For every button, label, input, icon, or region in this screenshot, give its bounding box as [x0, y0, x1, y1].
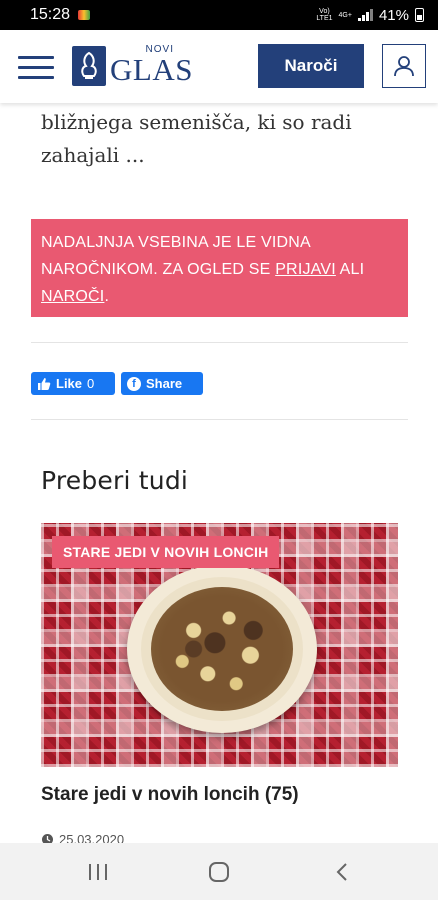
network-volte: Vo) — [319, 8, 330, 15]
notification-app-icon — [78, 10, 91, 20]
battery-percent: 41% — [378, 6, 409, 24]
logo-text: NOVI GLAS — [110, 44, 204, 88]
facebook-like-button[interactable]: Like 0 — [31, 372, 115, 395]
like-count: 0 — [87, 376, 95, 391]
signal-icon — [357, 9, 373, 21]
network-label: Vo) LTE1 — [316, 8, 332, 22]
site-header: NOVI GLAS Naroči — [0, 30, 438, 103]
facebook-icon: f — [127, 376, 141, 391]
user-account-button[interactable] — [382, 44, 426, 88]
battery-icon — [415, 8, 424, 22]
paywall-text-or: ALI — [335, 261, 365, 278]
back-icon[interactable] — [330, 861, 354, 883]
network-lte: LTE1 — [316, 15, 333, 22]
facebook-share-button[interactable]: f Share — [121, 372, 203, 395]
like-label: Like — [56, 376, 83, 391]
logo-large-text: GLAS — [110, 52, 193, 87]
site-logo[interactable]: NOVI GLAS — [72, 44, 204, 88]
network-type: 4G+ — [338, 11, 352, 19]
section-title: Preberi tudi — [41, 466, 189, 495]
status-time: 15:28 — [30, 6, 71, 23]
thumbs-up-icon — [37, 377, 51, 391]
category-tag[interactable]: STARE JEDI V NOVIH LONCIH — [52, 536, 280, 568]
article-excerpt: bližnjega semenišča, ki so radi zahajali… — [41, 110, 352, 167]
status-indicators: Vo) LTE1 4G+ 41% — [316, 7, 424, 24]
subscribe-button[interactable]: Naroči — [258, 44, 364, 88]
share-label: Share — [146, 376, 183, 391]
subscribe-link[interactable]: NAROČI — [41, 288, 104, 305]
logo-emblem-icon — [72, 46, 106, 86]
paywall-text-end: . — [104, 288, 110, 305]
status-bar: 15:28 Vo) LTE1 4G+ 41% — [0, 0, 438, 30]
home-icon[interactable] — [207, 861, 231, 883]
divider — [31, 342, 408, 343]
user-icon — [394, 56, 414, 77]
recent-apps-icon[interactable] — [86, 861, 110, 883]
related-article-title[interactable]: Stare jedi v novih loncih (75) — [41, 784, 299, 806]
divider — [31, 419, 408, 420]
paywall-notice: NADALJNJA VSEBINA JE LE VIDNA NAROČNIKOM… — [31, 219, 408, 317]
login-link[interactable]: PRIJAVI — [275, 261, 336, 278]
food-plate-image — [127, 565, 317, 733]
paywall-text: NADALJNJA VSEBINA JE LE VIDNA NAROČNIKOM… — [41, 234, 311, 278]
menu-icon[interactable] — [18, 54, 54, 80]
system-navigation-bar — [0, 843, 438, 900]
